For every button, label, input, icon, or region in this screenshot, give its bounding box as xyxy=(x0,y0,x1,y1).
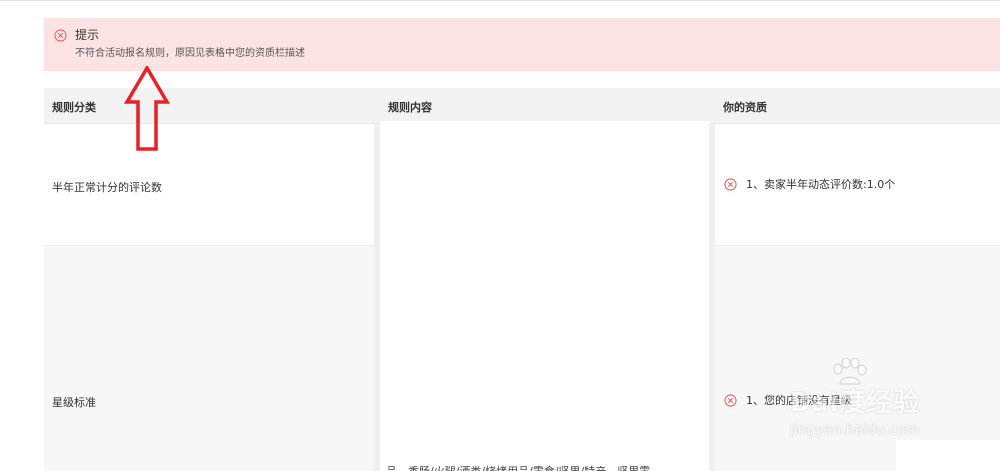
corner-blank xyxy=(896,440,1000,471)
error-circle-icon xyxy=(54,29,67,42)
row-divider xyxy=(715,245,1000,246)
content-cell xyxy=(380,121,710,471)
alert-message: 不符合活动报名规则，原因见表格中您的资质栏描述 xyxy=(75,48,305,59)
column-category: 规则分类 半年正常计分的评论数 星级标准 xyxy=(44,88,380,471)
qualification-cell: 1、卖家半年动态评价数:1.0个 xyxy=(724,176,895,192)
qualification-text: 1、卖家半年动态评价数:1.0个 xyxy=(746,178,896,191)
top-divider xyxy=(0,0,1000,1)
red-up-arrow-icon xyxy=(124,66,170,151)
content-text-partial: 品，香肠/火腿/酒类/烧烤用品/零食/坚果/特产，坚果零 xyxy=(386,461,650,471)
table-row: 半年正常计分的评论数 xyxy=(44,124,380,245)
column-content: 规则内容 品，香肠/火腿/酒类/烧烤用品/零食/坚果/特产，坚果零 xyxy=(380,88,715,471)
header-category: 规则分类 xyxy=(44,88,380,124)
watermark-brand: Bai度经验 xyxy=(790,388,921,418)
watermark-url: jingyan.baidu.com xyxy=(790,422,920,438)
error-circle-icon xyxy=(724,177,737,191)
header-content: 规则内容 xyxy=(380,88,715,124)
category-cell: 半年正常计分的评论数 xyxy=(52,181,162,194)
watermark: Bai度经验 jingyan.baidu.com xyxy=(790,358,955,448)
table-row: 1、卖家半年动态评价数:1.0个 xyxy=(715,124,1000,245)
alert-title: 提示 xyxy=(75,28,100,42)
error-circle-icon xyxy=(724,393,737,407)
category-cell: 星级标准 xyxy=(52,396,96,409)
header-qualification: 你的资质 xyxy=(715,88,1000,124)
table-row: 星级标准 xyxy=(44,245,380,471)
page: 提示 不符合活动报名规则，原因见表格中您的资质栏描述 规则分类 半年正常计分的评… xyxy=(0,0,1000,471)
error-alert: 提示 不符合活动报名规则，原因见表格中您的资质栏描述 xyxy=(44,18,1000,71)
row-divider xyxy=(44,245,380,246)
column-divider xyxy=(374,124,380,471)
